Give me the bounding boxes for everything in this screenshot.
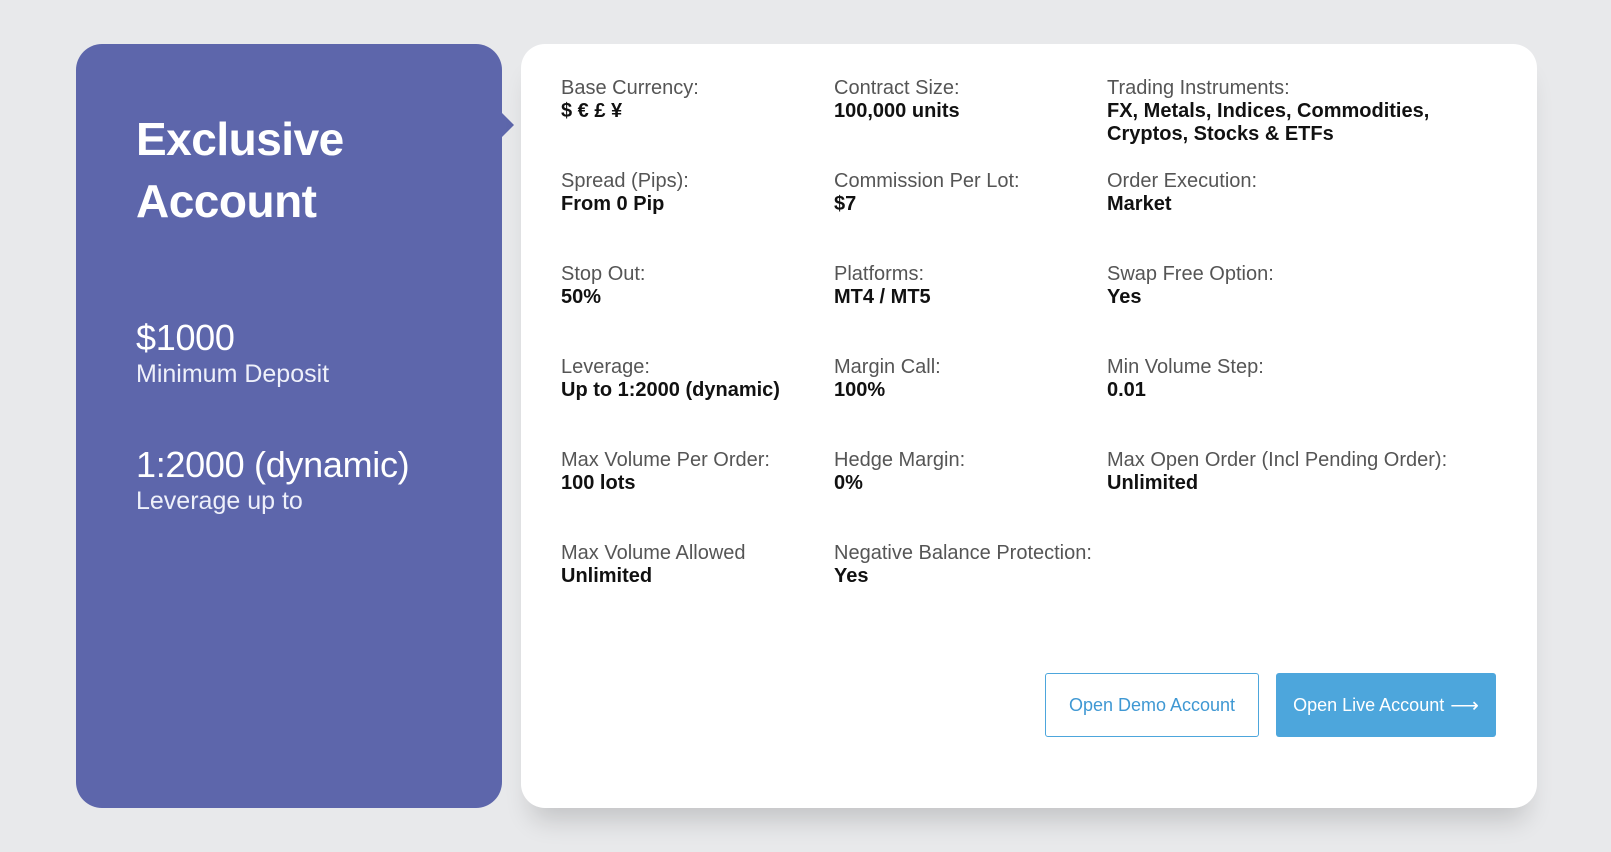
spec-min-volume-step: Min Volume Step: 0.01 — [1107, 355, 1497, 448]
deposit-value: $1000 — [136, 317, 235, 358]
arrow-right-icon: ⟶ — [1450, 694, 1479, 717]
spec-value: 100% — [834, 379, 886, 401]
spec-label: Trading Instruments: — [1107, 77, 1290, 99]
spec-leverage: Leverage: Up to 1:2000 (dynamic) — [561, 355, 834, 448]
spec-commission: Commission Per Lot: $7 — [834, 169, 1107, 262]
spec-max-volume-allowed: Max Volume Allowed Unlimited — [561, 541, 834, 634]
spec-value: Unlimited — [1107, 472, 1199, 494]
spec-label: Stop Out: — [561, 263, 646, 285]
open-demo-account-button[interactable]: Open Demo Account — [1045, 673, 1259, 737]
spec-contract-size: Contract Size: 100,000 units — [834, 76, 1107, 169]
spec-label: Spread (Pips): — [561, 170, 689, 192]
leverage-value: 1:2000 (dynamic) — [136, 444, 410, 485]
spec-row: Leverage: Up to 1:2000 (dynamic) Margin … — [561, 355, 1511, 448]
spec-value: From 0 Pip — [561, 193, 665, 215]
spec-label: Platforms: — [834, 263, 925, 285]
spec-value: 50% — [561, 286, 602, 308]
open-live-account-label: Open Live Account — [1293, 694, 1445, 715]
spec-label: Base Currency: — [561, 77, 699, 99]
spec-spread: Spread (Pips): From 0 Pip — [561, 169, 834, 262]
spec-row: Base Currency: $ € £ ¥ Contract Size: 10… — [561, 76, 1511, 169]
spec-max-open-order: Max Open Order (Incl Pending Order): Unl… — [1107, 448, 1497, 541]
spec-label: Contract Size: — [834, 77, 960, 99]
spec-row: Spread (Pips): From 0 Pip Commission Per… — [561, 169, 1511, 262]
spec-value: Market — [1107, 193, 1172, 215]
account-title: Exclusive Account — [136, 113, 344, 227]
spec-value: $7 — [834, 193, 857, 215]
spec-row: Max Volume Allowed Unlimited Negative Ba… — [561, 541, 1511, 634]
spec-label: Negative Balance Protection: — [834, 542, 1092, 564]
spec-value: 0% — [834, 472, 863, 494]
spec-label: Order Execution: — [1107, 170, 1258, 192]
leverage-label: Leverage up to — [136, 487, 303, 515]
spec-margin-call: Margin Call: 100% — [834, 355, 1107, 448]
account-summary-card: Exclusive Account $1000 Minimum Deposit … — [76, 44, 514, 808]
spec-label: Leverage: — [561, 356, 650, 378]
spec-value: 0.01 — [1107, 379, 1146, 401]
spec-row: Max Volume Per Order: 100 lots Hedge Mar… — [561, 448, 1511, 541]
spec-stop-out: Stop Out: 50% — [561, 262, 834, 355]
leverage-stat: 1:2000 (dynamic) Leverage up to — [136, 444, 410, 516]
spec-label: Max Open Order (Incl Pending Order): — [1107, 449, 1448, 471]
spec-label: Max Volume Allowed — [561, 542, 746, 564]
spec-base-currency: Base Currency: $ € £ ¥ — [561, 76, 834, 169]
spec-negative-balance-protection: Negative Balance Protection: Yes — [834, 541, 1107, 634]
spec-value: $ € £ ¥ — [561, 100, 623, 122]
spec-label: Swap Free Option: — [1107, 263, 1274, 285]
spec-value: 100,000 units — [834, 100, 960, 122]
spec-label: Margin Call: — [834, 356, 941, 378]
spec-hedge-margin: Hedge Margin: 0% — [834, 448, 1107, 541]
spec-value: FX, Metals, Indices, Commodities, Crypto… — [1107, 100, 1430, 145]
deposit-label: Minimum Deposit — [136, 360, 330, 388]
spec-value: Yes — [1107, 286, 1142, 308]
specs-grid: Base Currency: $ € £ ¥ Contract Size: 10… — [561, 76, 1511, 634]
spec-platforms: Platforms: MT4 / MT5 — [834, 262, 1107, 355]
spec-value: MT4 / MT5 — [834, 286, 931, 308]
spec-label: Max Volume Per Order: — [561, 449, 770, 471]
spec-label: Min Volume Step: — [1107, 356, 1264, 378]
minimum-deposit-stat: $1000 Minimum Deposit — [136, 317, 329, 389]
spec-value: Unlimited — [561, 565, 653, 587]
spec-trading-instruments: Trading Instruments: FX, Metals, Indices… — [1107, 76, 1497, 169]
spec-swap-free: Swap Free Option: Yes — [1107, 262, 1497, 355]
spec-label: Hedge Margin: — [834, 449, 966, 471]
spec-value: 100 lots — [561, 472, 636, 494]
spec-max-volume-per-order: Max Volume Per Order: 100 lots — [561, 448, 834, 541]
account-specs-card: Base Currency: $ € £ ¥ Contract Size: 10… — [521, 44, 1537, 808]
spec-order-execution: Order Execution: Market — [1107, 169, 1497, 262]
spec-value: Yes — [834, 565, 869, 587]
card-pointer — [501, 112, 514, 138]
spec-row: Stop Out: 50% Platforms: MT4 / MT5 Swap … — [561, 262, 1511, 355]
open-demo-account-label: Open Demo Account — [1068, 694, 1236, 715]
open-live-account-button[interactable]: Open Live Account ⟶ — [1276, 673, 1496, 737]
spec-value: Up to 1:2000 (dynamic) — [561, 379, 780, 401]
spec-label: Commission Per Lot: — [834, 170, 1020, 192]
